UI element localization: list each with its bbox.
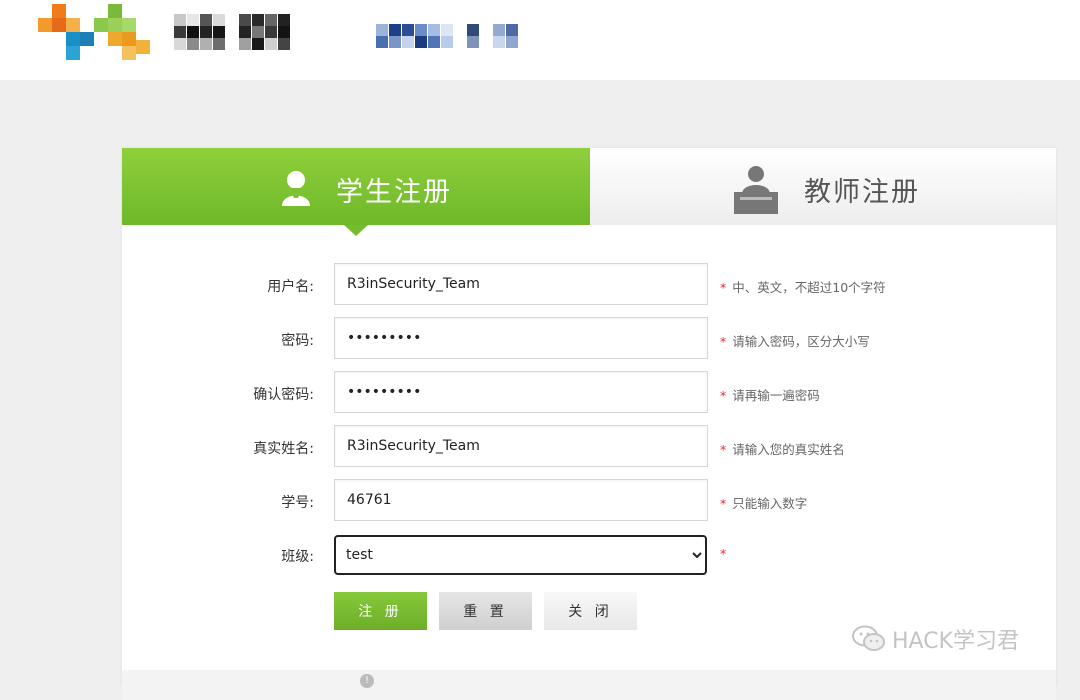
site-logo (38, 4, 162, 68)
watermark-text: HACK学习君 (892, 629, 1019, 654)
real-name-row: 真实姓名: *请输入您的真实姓名 (122, 425, 1056, 469)
password-label: 密码: (281, 333, 314, 349)
confirm-password-row: 确认密码: *请再输一遍密码 (122, 371, 1056, 415)
close-button[interactable]: 关 闭 (544, 592, 637, 630)
student-id-hint: * 只能输入数字 (720, 496, 808, 511)
real-name-hint: * 请输入您的真实姓名 (720, 442, 845, 457)
password-row: 密码: *请输入密码，区分大小写 (122, 317, 1056, 361)
site-name-obscured (174, 14, 291, 50)
tab-teacher-register[interactable]: 教师注册 (590, 148, 1056, 225)
tab-student-label: 学生注册 (336, 177, 452, 208)
confirm-password-input[interactable] (334, 371, 708, 413)
student-id-label: 学号: (281, 495, 314, 511)
footer-note-bar: ! (122, 670, 1056, 700)
class-label: 班级: (281, 549, 314, 565)
required-mark: * (720, 334, 727, 349)
required-mark: * (720, 496, 727, 511)
confirm-password-hint: * 请再输一遍密码 (720, 388, 820, 403)
tab-teacher-label: 教师注册 (804, 177, 920, 208)
required-mark: * (720, 280, 727, 295)
username-row: 用户名: *中、英文，不超过10个字符 (122, 263, 1056, 307)
teacher-icon (734, 166, 778, 214)
password-hint: * 请输入密码，区分大小写 (720, 334, 870, 349)
watermark: HACK学习君 (852, 622, 1019, 656)
site-subtitle-obscured (376, 24, 519, 48)
class-select[interactable]: test (334, 535, 707, 575)
required-mark: * (720, 546, 727, 561)
tab-student-register[interactable]: 学生注册 (122, 148, 590, 236)
registration-tabs: 学生注册 教师注册 (122, 148, 1056, 236)
student-icon (282, 171, 310, 206)
site-header (0, 0, 1080, 80)
real-name-input[interactable] (334, 425, 708, 467)
class-row: 班级: test * (122, 535, 1056, 579)
required-mark: * (720, 442, 727, 457)
username-input[interactable] (334, 263, 708, 305)
username-hint: * 中、英文，不超过10个字符 (720, 280, 886, 295)
active-tab-caret (344, 225, 368, 236)
student-id-row: 学号: *只能输入数字 (122, 479, 1056, 523)
real-name-label: 真实姓名: (253, 441, 314, 457)
required-mark: * (720, 388, 727, 403)
username-label: 用户名: (267, 279, 314, 295)
confirm-password-label: 确认密码: (253, 387, 314, 403)
registration-panel: 学生注册 教师注册 用户名: *中、英文，不超过10个字符 密码: *请输入密码… (122, 148, 1056, 700)
password-input[interactable] (334, 317, 708, 359)
wechat-icon (852, 625, 885, 651)
student-id-input[interactable] (334, 479, 708, 521)
register-button[interactable]: 注 册 (334, 592, 427, 630)
class-hint: * (720, 546, 732, 561)
reset-button[interactable]: 重 置 (439, 592, 532, 630)
